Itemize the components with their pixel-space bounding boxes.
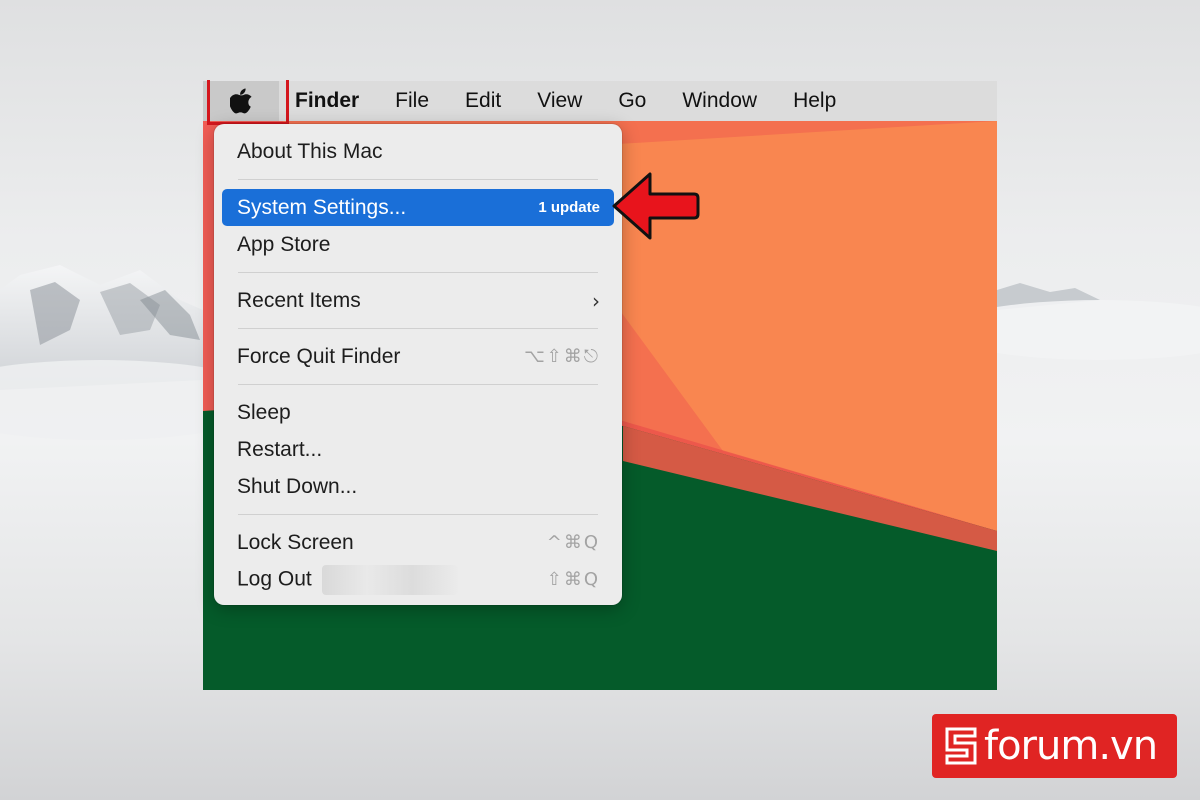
- menu-item-label: Shut Down...: [237, 474, 358, 498]
- menu-separator: [238, 179, 598, 180]
- watermark-text: forum.vn: [984, 723, 1158, 769]
- menu-separator: [238, 272, 598, 273]
- menu-item-lock-screen[interactable]: Lock Screen ^⌘Q: [222, 524, 614, 561]
- menu-item-label: Recent Items: [237, 288, 361, 312]
- menu-file[interactable]: File: [395, 81, 429, 121]
- menu-item-label: Log Out: [237, 567, 312, 591]
- menu-view[interactable]: View: [537, 81, 582, 121]
- menu-go[interactable]: Go: [618, 81, 646, 121]
- menu-item-label: Lock Screen: [237, 530, 354, 554]
- menu-item-label: Force Quit Finder: [237, 344, 401, 368]
- update-badge: 1 update: [538, 199, 600, 216]
- menu-item-label: System Settings...: [237, 195, 407, 219]
- menu-bar: Finder File Edit View Go Window Help: [203, 81, 997, 121]
- menu-item-label: App Store: [237, 232, 331, 256]
- apple-dropdown-menu: About This Mac System Settings... 1 upda…: [214, 124, 622, 605]
- sforum-logo: forum.vn: [932, 714, 1177, 778]
- shortcut-force-quit: ⌥⇧⌘⎋: [523, 346, 600, 367]
- sforum-s-icon: [945, 727, 977, 765]
- menu-item-restart[interactable]: Restart...: [222, 431, 614, 468]
- menu-item-force-quit[interactable]: Force Quit Finder ⌥⇧⌘⎋: [222, 338, 614, 375]
- menu-window[interactable]: Window: [682, 81, 757, 121]
- shortcut-lock-screen: ^⌘Q: [546, 532, 600, 553]
- red-arrow-left-icon: [612, 172, 700, 240]
- menu-item-sleep[interactable]: Sleep: [222, 394, 614, 431]
- menu-separator: [238, 514, 598, 515]
- menu-item-recent-items[interactable]: Recent Items ›: [222, 282, 614, 319]
- apple-menu-highlight-box: [207, 80, 289, 125]
- menu-item-app-store[interactable]: App Store: [222, 226, 614, 263]
- menu-item-about-this-mac[interactable]: About This Mac: [222, 133, 614, 170]
- menu-separator: [238, 328, 598, 329]
- menu-item-label: Sleep: [237, 400, 291, 424]
- menu-item-system-settings[interactable]: System Settings... 1 update: [222, 189, 614, 226]
- menu-edit[interactable]: Edit: [465, 81, 501, 121]
- shortcut-log-out: ⇧⌘Q: [546, 569, 600, 590]
- menu-item-label: About This Mac: [237, 139, 383, 163]
- menu-item-shut-down[interactable]: Shut Down...: [222, 468, 614, 505]
- menu-separator: [238, 384, 598, 385]
- menu-item-log-out[interactable]: Log Out ⇧⌘Q: [222, 561, 614, 598]
- menu-item-label: Restart...: [237, 437, 323, 461]
- menu-help[interactable]: Help: [793, 81, 836, 121]
- chevron-right-icon: ›: [592, 288, 600, 313]
- menu-finder[interactable]: Finder: [295, 81, 359, 121]
- blurred-username: [321, 564, 458, 595]
